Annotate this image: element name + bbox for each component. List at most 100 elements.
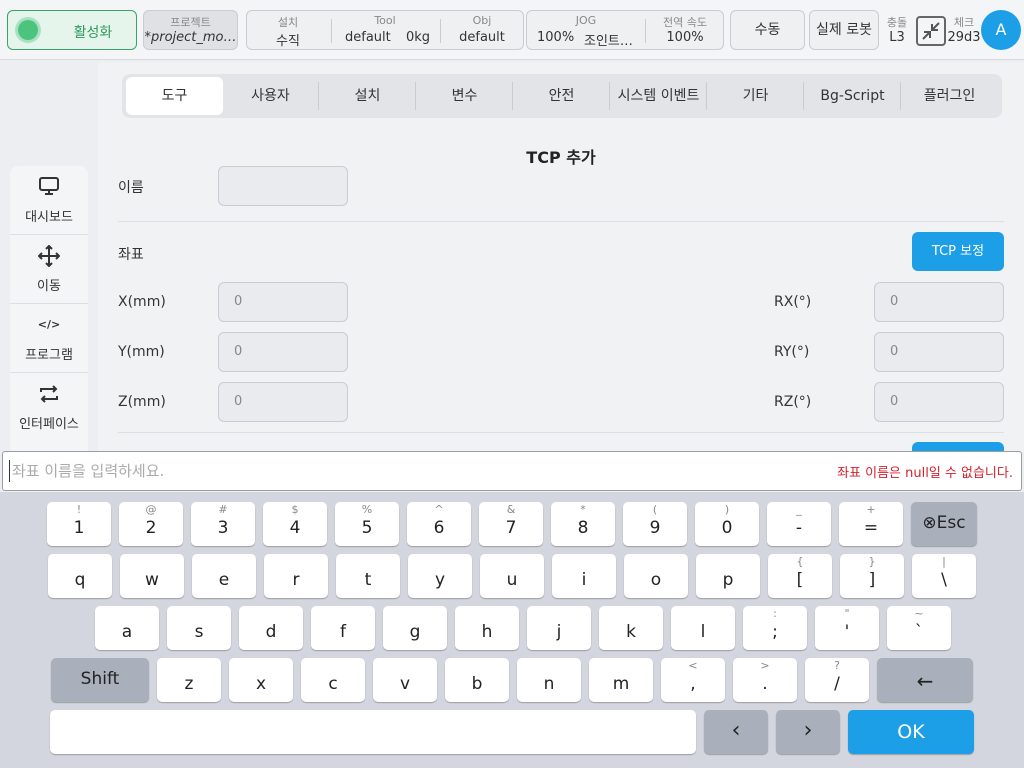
jog-speed-panel[interactable]: JOG 100% 조인트… 전역 속도 100% (526, 10, 724, 50)
key-char: w (145, 570, 159, 590)
key-row4-9[interactable]: ? / (805, 658, 869, 702)
tab-tool[interactable]: 도구 (126, 77, 223, 115)
key-row3-2[interactable]: d (239, 606, 303, 650)
tab-bg-script[interactable]: Bg-Script (804, 77, 901, 115)
coords-label: 좌표 (118, 247, 144, 263)
key-row3-4[interactable]: g (383, 606, 447, 650)
key-row4-1[interactable]: x (229, 658, 293, 702)
key-row1-7[interactable]: * 8 (551, 502, 615, 546)
key-char: 8 (577, 518, 589, 538)
key-row4-3[interactable]: v (373, 658, 437, 702)
key-row4-5[interactable]: n (517, 658, 581, 702)
key-char: \ (941, 570, 947, 590)
key-row3-0[interactable]: a (95, 606, 159, 650)
key-row3-11[interactable]: ~ ` (887, 606, 951, 650)
cursor-left-key[interactable]: ‹ (704, 710, 768, 754)
key-row2-3[interactable]: r (264, 554, 328, 598)
tab-misc[interactable]: 기타 (707, 77, 804, 115)
tab-plugin[interactable]: 플러그인 (901, 77, 998, 115)
y-field[interactable]: 0 (218, 332, 348, 372)
tab-install[interactable]: 설치 (319, 77, 416, 115)
key-row3-10[interactable]: " ' (815, 606, 879, 650)
cursor-right-key[interactable]: › (776, 710, 840, 754)
key-row4-6[interactable]: m (589, 658, 653, 702)
key-row3-7[interactable]: k (599, 606, 663, 650)
shift-key[interactable]: Shift (51, 658, 149, 702)
key-row4-2[interactable]: c (301, 658, 365, 702)
key-char: l (700, 622, 706, 642)
jog-label: JOG (575, 14, 597, 27)
key-shift-char: $ (291, 503, 299, 516)
key-row3-8[interactable]: l (671, 606, 735, 650)
key-row1-8[interactable]: (9 (623, 502, 687, 546)
key-row3-3[interactable]: f (311, 606, 375, 650)
sidebar-item-dashboard[interactable]: 대시보드 (10, 166, 88, 235)
sidebar-item-program[interactable]: </> 프로그램 (10, 304, 88, 373)
tab-safety[interactable]: 안전 (513, 77, 610, 115)
key-row2-10[interactable]: {[ (768, 554, 832, 598)
sidebar-item-interface[interactable]: 인터페이스 (10, 373, 88, 442)
key-row1-11[interactable]: + = (839, 502, 903, 546)
key-row2-0[interactable]: q (48, 554, 112, 598)
key-row1-0[interactable]: ! 1 (47, 502, 111, 546)
manual-mode-button[interactable]: 수동 (730, 10, 805, 50)
coordinate-name-input[interactable] (9, 460, 609, 482)
shrink-icon[interactable] (916, 16, 946, 46)
key-row1-10[interactable]: _ - (767, 502, 831, 546)
real-robot-button[interactable]: 실제 로봇 (809, 10, 879, 50)
name-field[interactable] (218, 166, 348, 206)
key-row2-2[interactable]: e (192, 554, 256, 598)
key-row2-4[interactable]: t (336, 554, 400, 598)
space-key[interactable] (50, 710, 696, 754)
key-char: k (626, 622, 636, 642)
key-char: ' (844, 622, 850, 642)
divider (645, 19, 646, 43)
x-field[interactable]: 0 (218, 282, 348, 322)
key-row1-6[interactable]: & 7 (479, 502, 543, 546)
key-shift-char: < (688, 659, 698, 672)
key-row1-9[interactable]: ) 0 (695, 502, 759, 546)
activate-button[interactable]: 활성화 (7, 10, 137, 50)
rx-field[interactable]: 0 (874, 282, 1004, 322)
key-row1-1[interactable]: @2 (119, 502, 183, 546)
key-row1-5[interactable]: ^ 6 (407, 502, 471, 546)
key-row2-12[interactable]: | \ (912, 554, 976, 598)
key-shift-char: : (773, 607, 777, 620)
key-row2-1[interactable]: w (120, 554, 184, 598)
key-row2-8[interactable]: o (624, 554, 688, 598)
tcp-calibration-button[interactable]: TCP 보정 (912, 232, 1004, 271)
key-row1-4[interactable]: % 5 (335, 502, 399, 546)
divider (118, 432, 1004, 433)
key-row2-6[interactable]: u (480, 554, 544, 598)
obj-value: default (459, 30, 505, 45)
key-row2-11[interactable]: }] (840, 554, 904, 598)
ok-key[interactable]: OK (848, 710, 974, 754)
tab-variables[interactable]: 변수 (416, 77, 513, 115)
key-row3-1[interactable]: s (167, 606, 231, 650)
key-row2-5[interactable]: y (408, 554, 472, 598)
z-field[interactable]: 0 (218, 382, 348, 422)
key-row3-5[interactable]: h (455, 606, 519, 650)
key-char: s (194, 622, 204, 642)
project-selector[interactable]: 프로젝트 *project_mo… (143, 10, 238, 50)
key-row3-9[interactable]: :; (743, 606, 807, 650)
avatar[interactable]: A (981, 10, 1021, 50)
tab-user[interactable]: 사용자 (222, 77, 319, 115)
ok-label: OK (897, 721, 925, 743)
rz-field[interactable]: 0 (874, 382, 1004, 422)
install-tool-obj-panel[interactable]: 설치 수직 Tool default 0kg Obj default (246, 10, 524, 50)
backspace-key[interactable]: ← (877, 658, 973, 702)
key-row2-9[interactable]: p (696, 554, 760, 598)
esc-key[interactable]: ⊗Esc (911, 502, 977, 546)
key-row4-8[interactable]: >. (733, 658, 797, 702)
key-row4-0[interactable]: z (157, 658, 221, 702)
key-row1-3[interactable]: $4 (263, 502, 327, 546)
ry-field[interactable]: 0 (874, 332, 1004, 372)
sidebar-item-move[interactable]: 이동 (10, 235, 88, 304)
key-row2-7[interactable]: i (552, 554, 616, 598)
key-row3-6[interactable]: j (527, 606, 591, 650)
key-row1-2[interactable]: #3 (191, 502, 255, 546)
tab-system-events[interactable]: 시스템 이벤트 (610, 77, 707, 115)
key-row4-4[interactable]: b (445, 658, 509, 702)
key-row4-7[interactable]: <, (661, 658, 725, 702)
